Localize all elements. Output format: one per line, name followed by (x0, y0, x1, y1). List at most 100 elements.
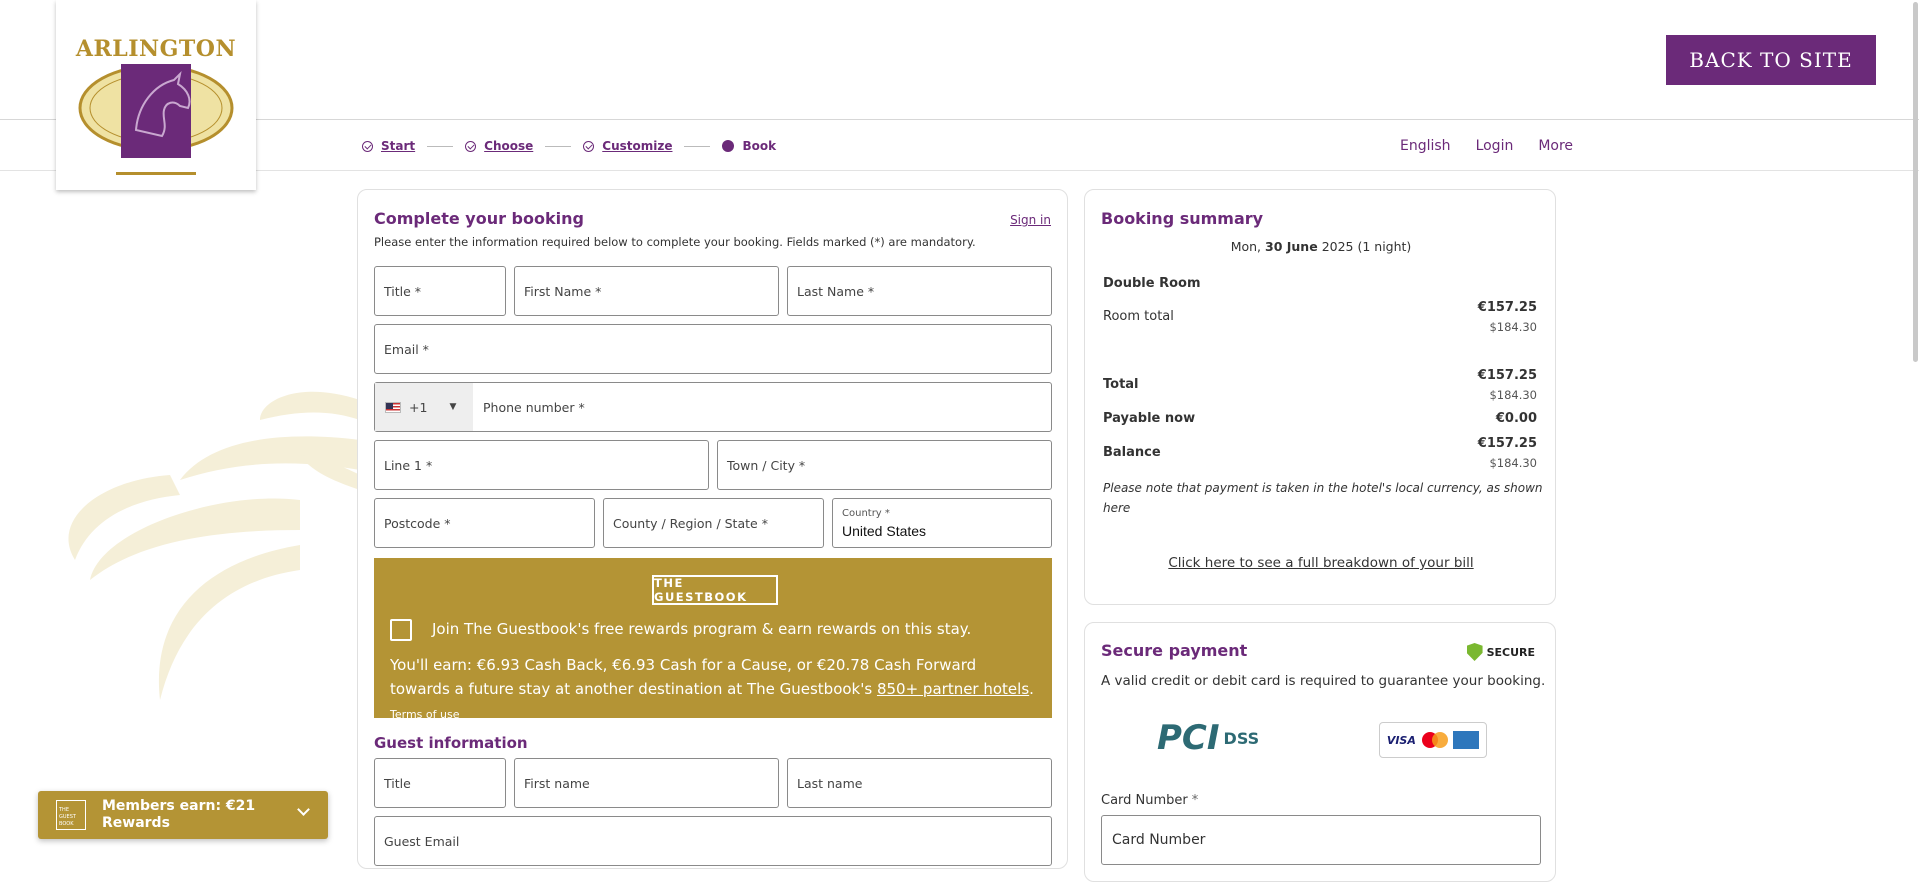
date-prefix: Mon, (1230, 239, 1262, 254)
town-city-field[interactable]: Town / City * (717, 440, 1052, 490)
form-title: Complete your booking (374, 209, 584, 228)
step-divider (545, 145, 572, 147)
room-total-value: €157.25 (1477, 300, 1537, 315)
payable-now-value: €0.00 (1495, 411, 1537, 426)
top-header: BACK TO SITE (0, 0, 1919, 120)
accepted-cards: VISA (1379, 722, 1487, 758)
balance-label: Balance (1103, 445, 1161, 460)
step-label: Customize (602, 139, 673, 153)
guest-first-name-field[interactable]: First name (514, 758, 779, 808)
hotel-logo[interactable]: ARLINGTON HOTEL (56, 0, 256, 190)
bill-breakdown-link[interactable]: Click here to see a full breakdown of yo… (1085, 555, 1557, 571)
secure-encryption-badge: SECURE (1466, 643, 1535, 661)
guestbook-join-checkbox[interactable] (390, 619, 412, 641)
guest-info-title: Guest information (374, 734, 528, 752)
terms-of-use-link[interactable]: Terms of use (390, 708, 459, 721)
step-divider (427, 145, 454, 147)
last-name-field[interactable]: Last Name * (787, 266, 1052, 316)
login-link[interactable]: Login (1476, 138, 1514, 154)
visa-icon: VISA (1386, 733, 1416, 747)
phone-field[interactable]: +1 ▼ Phone number * (374, 382, 1052, 432)
scrollbar-thumb[interactable] (1913, 2, 1918, 362)
guest-title-field[interactable]: Title (374, 758, 506, 808)
total-label: Total (1103, 377, 1139, 392)
step-label: Book (742, 139, 777, 153)
required-marker: * (1191, 793, 1199, 808)
guestbook-earn-text: You'll earn: €6.93 Cash Back, €6.93 Cash… (390, 656, 1034, 721)
summary-title: Booking summary (1101, 209, 1264, 228)
step-choose[interactable]: Choose (465, 139, 533, 153)
step-divider (684, 145, 711, 147)
country-value: United States (842, 522, 927, 539)
members-earn: Members earn: €21 (102, 798, 256, 814)
page-scrollbar[interactable] (1911, 0, 1919, 853)
phone-code: +1 (409, 399, 428, 415)
members-rewards-widget[interactable]: THE GUEST BOOK Members earn: €21 Rewards (38, 791, 328, 839)
language-selector[interactable]: English (1400, 138, 1451, 154)
steps-bar: Start Choose Customize Book English Logi… (0, 121, 1919, 171)
booking-steps: Start Choose Customize Book (362, 121, 776, 171)
step-start[interactable]: Start (362, 139, 415, 153)
top-nav: English Login More (1400, 121, 1598, 171)
payable-now-label: Payable now (1103, 411, 1196, 426)
stay-date: Mon, 30 June 2025 (1 night) (1085, 239, 1557, 254)
form-description: Please enter the information required be… (374, 235, 976, 249)
card-number-input[interactable]: Card Number (1101, 815, 1541, 865)
total-value: €157.25 (1477, 368, 1537, 383)
payment-title: Secure payment (1101, 641, 1248, 660)
date-bold: 30 June (1265, 239, 1318, 254)
guestbook-mini-logo: THE GUEST BOOK (56, 800, 86, 830)
step-book: Book (722, 139, 776, 153)
more-menu[interactable]: More (1538, 138, 1573, 154)
balance-usd: $184.30 (1489, 456, 1537, 470)
phone-placeholder: Phone number * (483, 399, 585, 415)
check-circle-icon (583, 140, 595, 152)
total-usd: $184.30 (1489, 388, 1537, 402)
country-label: Country * (842, 507, 890, 519)
logo-sub: HOTEL (129, 157, 183, 172)
logo-name: ARLINGTON (75, 36, 237, 62)
members-rewards: Rewards (102, 815, 170, 831)
check-circle-icon (465, 140, 477, 152)
guestbook-logo: THE GUESTBOOK (652, 575, 778, 605)
postcode-field[interactable]: Postcode * (374, 498, 595, 548)
guestbook-join-text: Join The Guestbook's free rewards progra… (432, 620, 972, 638)
pci-dss-logo: PCI DSS (1157, 718, 1259, 758)
county-region-field[interactable]: County / Region / State * (603, 498, 824, 548)
date-suffix: 2025 (1 night) (1321, 239, 1412, 254)
chevron-down-icon (297, 803, 310, 816)
shield-check-icon (1466, 643, 1483, 661)
step-customize[interactable]: Customize (583, 139, 672, 153)
address-line1-field[interactable]: Line 1 * (374, 440, 709, 490)
booking-form-card: Complete your booking Sign in Please ent… (357, 189, 1068, 869)
title-field[interactable]: Title * (374, 266, 506, 316)
email-field[interactable]: Email * (374, 324, 1052, 374)
current-step-dot-icon (722, 140, 735, 152)
step-label: Start (381, 139, 416, 153)
mastercard-icon (1421, 732, 1448, 748)
payment-description: A valid credit or debit card is required… (1101, 673, 1546, 689)
room-name: Double Room (1103, 276, 1201, 291)
card-label-text: Card Number (1101, 793, 1188, 808)
amex-icon (1453, 731, 1480, 749)
check-circle-icon (362, 140, 373, 152)
secure-text: SECURE (1486, 645, 1535, 659)
caret-down-icon: ▼ (449, 402, 457, 412)
partner-hotels-link[interactable]: 850+ partner hotels (877, 680, 1029, 698)
card-number-label: Card Number * (1101, 793, 1198, 808)
room-total-label: Room total (1103, 309, 1174, 324)
guest-email-field[interactable]: Guest Email (374, 816, 1052, 866)
horse-emblem-icon: HOTEL (78, 64, 234, 175)
guest-last-name-field[interactable]: Last name (787, 758, 1052, 808)
sign-in-link[interactable]: Sign in (1010, 213, 1051, 227)
currency-note: Please note that payment is taken in the… (1103, 481, 1543, 515)
country-select[interactable]: Country * United States (832, 498, 1052, 548)
phone-country-select[interactable]: +1 ▼ (375, 383, 473, 431)
first-name-field[interactable]: First Name * (514, 266, 779, 316)
dss-text: DSS (1223, 728, 1260, 748)
booking-summary-card: Booking summary Mon, 30 June 2025 (1 nig… (1084, 189, 1556, 605)
guestbook-rewards-box: THE GUESTBOOK Join The Guestbook's free … (374, 558, 1052, 721)
decorative-mane-swirl (68, 391, 360, 700)
us-flag-icon (385, 401, 401, 413)
back-to-site-button[interactable]: BACK TO SITE (1666, 35, 1876, 85)
